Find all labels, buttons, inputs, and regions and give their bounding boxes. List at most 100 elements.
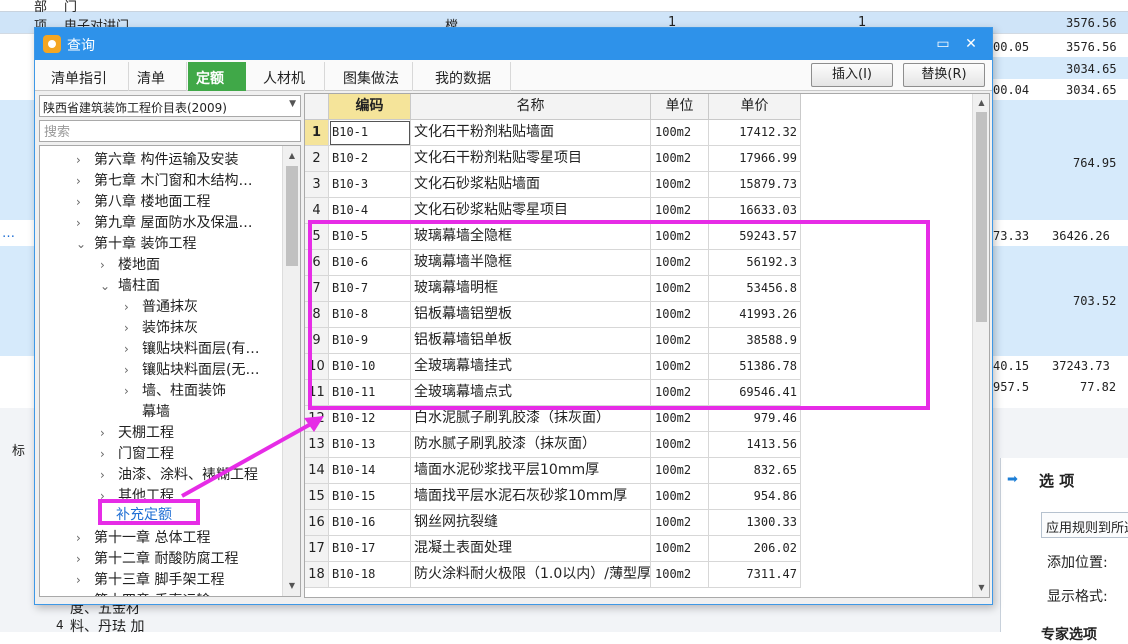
chevron-right-icon[interactable]: › bbox=[100, 447, 118, 461]
quota-name[interactable]: 墙面找平层水泥石灰砂浆10mm厚 bbox=[411, 484, 651, 510]
quota-code[interactable]: B10-2 bbox=[329, 146, 411, 172]
table-row[interactable]: 8 B10-8 铝板幕墙铝塑板 100m2 41993.26 bbox=[305, 302, 802, 328]
row-number[interactable]: 7 bbox=[305, 276, 329, 302]
supplement-quota-item[interactable]: 补充定额 bbox=[98, 499, 200, 525]
quota-code[interactable]: B10-14 bbox=[329, 458, 411, 484]
quota-code[interactable]: B10-6 bbox=[329, 250, 411, 276]
quota-unit[interactable]: 100m2 bbox=[651, 328, 709, 354]
quota-name[interactable]: 白水泥腻子刷乳胶漆（抹灰面） bbox=[411, 406, 651, 432]
table-row[interactable]: 9 B10-9 铝板幕墙铝单板 100m2 38588.9 bbox=[305, 328, 802, 354]
table-row[interactable]: 10 B10-10 全玻璃幕墙挂式 100m2 51386.78 bbox=[305, 354, 802, 380]
chevron-down-icon[interactable]: ⌄ bbox=[76, 237, 94, 251]
chevron-right-icon[interactable]: › bbox=[124, 321, 142, 335]
quota-unit[interactable]: 100m2 bbox=[651, 146, 709, 172]
tree-item[interactable]: › 油漆、涂料、裱糊工程 bbox=[100, 464, 258, 485]
table-row[interactable]: 2 B10-2 文化石干粉剂粘贴零星项目 100m2 17966.99 bbox=[305, 146, 802, 172]
table-row[interactable]: 13 B10-13 防水腻子刷乳胶漆（抹灰面） 100m2 1413.56 bbox=[305, 432, 802, 458]
tree-item[interactable]: › 普通抹灰 bbox=[124, 296, 198, 317]
table-row[interactable]: 15 B10-15 墙面找平层水泥石灰砂浆10mm厚 100m2 954.86 bbox=[305, 484, 802, 510]
table-row[interactable]: 1 B10-1 文化石干粉剂粘贴墙面 100m2 17412.32 bbox=[305, 120, 802, 146]
quota-unit[interactable]: 100m2 bbox=[651, 458, 709, 484]
tree-item[interactable]: › 门窗工程 bbox=[100, 443, 174, 464]
row-number[interactable]: 8 bbox=[305, 302, 329, 328]
chevron-right-icon[interactable]: › bbox=[76, 531, 94, 545]
header-unit[interactable]: 单位 bbox=[651, 94, 709, 120]
quota-price[interactable]: 832.65 bbox=[709, 458, 801, 484]
chevron-right-icon[interactable]: › bbox=[124, 363, 142, 377]
quota-price[interactable]: 954.86 bbox=[709, 484, 801, 510]
quota-code[interactable]: B10-4 bbox=[329, 198, 411, 224]
tree-item[interactable]: › 装饰抹灰 bbox=[124, 317, 198, 338]
quota-price[interactable]: 206.02 bbox=[709, 536, 801, 562]
quota-price[interactable]: 56192.3 bbox=[709, 250, 801, 276]
row-number[interactable]: 14 bbox=[305, 458, 329, 484]
tab-list-guide[interactable]: 清单指引 bbox=[43, 62, 129, 91]
row-number[interactable]: 1 bbox=[305, 120, 329, 146]
row-number[interactable]: 17 bbox=[305, 536, 329, 562]
quota-code[interactable]: B10-17 bbox=[329, 536, 411, 562]
quota-unit[interactable]: 100m2 bbox=[651, 432, 709, 458]
quota-code[interactable]: B10-5 bbox=[329, 224, 411, 250]
quota-name[interactable]: 玻璃幕墙半隐框 bbox=[411, 250, 651, 276]
quota-code[interactable]: B10-18 bbox=[329, 562, 411, 588]
chevron-down-icon[interactable]: ⌄ bbox=[100, 279, 118, 293]
tab-my-data[interactable]: 我的数据 bbox=[427, 62, 511, 91]
header-price[interactable]: 单价 bbox=[709, 94, 801, 120]
quota-name[interactable]: 防水腻子刷乳胶漆（抹灰面） bbox=[411, 432, 651, 458]
close-icon[interactable]: ✕ bbox=[960, 33, 982, 55]
quota-price[interactable]: 17966.99 bbox=[709, 146, 801, 172]
quota-price[interactable]: 53456.8 bbox=[709, 276, 801, 302]
tree-item[interactable]: ⌄ 墙柱面 bbox=[100, 275, 160, 296]
quota-unit[interactable]: 100m2 bbox=[651, 172, 709, 198]
tree-item[interactable]: › 第十一章 总体工程 bbox=[76, 527, 210, 548]
quota-unit[interactable]: 100m2 bbox=[651, 510, 709, 536]
row-number[interactable]: 18 bbox=[305, 562, 329, 588]
search-input[interactable] bbox=[39, 120, 301, 142]
quota-price[interactable]: 17412.32 bbox=[709, 120, 801, 146]
tree-scrollbar[interactable]: ▲ ▼ bbox=[282, 146, 300, 596]
quota-unit[interactable]: 100m2 bbox=[651, 484, 709, 510]
tree-item[interactable]: › 第九章 屋面防水及保温… bbox=[76, 212, 252, 233]
tree-item[interactable]: › 第六章 构件运输及安装 bbox=[76, 149, 238, 170]
quota-name[interactable]: 防火涂料耐火极限（1.0以内）/薄型厚度（1.8mm） bbox=[411, 562, 651, 588]
chevron-right-icon[interactable]: › bbox=[76, 216, 94, 230]
grid-scrollbar[interactable]: ▲ ▼ bbox=[972, 94, 989, 597]
quota-code[interactable]: B10-7 bbox=[329, 276, 411, 302]
quota-code[interactable]: B10-3 bbox=[329, 172, 411, 198]
dialog-titlebar[interactable]: 查询 ▭ ✕ bbox=[35, 28, 992, 60]
scroll-down-icon[interactable]: ▼ bbox=[284, 578, 300, 594]
table-row[interactable]: 11 B10-11 全玻璃幕墙点式 100m2 69546.41 bbox=[305, 380, 802, 406]
quota-code[interactable]: B10-11 bbox=[329, 380, 411, 406]
table-row[interactable]: 4 B10-4 文化石砂浆粘贴零星项目 100m2 16633.03 bbox=[305, 198, 802, 224]
quota-name[interactable]: 铝板幕墙铝单板 bbox=[411, 328, 651, 354]
tab-list[interactable]: 清单 bbox=[129, 62, 187, 91]
quota-name[interactable]: 全玻璃幕墙点式 bbox=[411, 380, 651, 406]
scroll-up-icon[interactable]: ▲ bbox=[974, 95, 989, 111]
scroll-up-icon[interactable]: ▲ bbox=[284, 148, 300, 164]
quota-price[interactable]: 41993.26 bbox=[709, 302, 801, 328]
quota-name[interactable]: 文化石干粉剂粘贴零星项目 bbox=[411, 146, 651, 172]
quota-name[interactable]: 文化石干粉剂粘贴墙面 bbox=[411, 120, 651, 146]
tree-item[interactable]: › 第十二章 耐酸防腐工程 bbox=[76, 548, 238, 569]
tab-quota[interactable]: 定额 bbox=[188, 62, 246, 91]
chevron-right-icon[interactable]: › bbox=[76, 153, 94, 167]
quota-code[interactable]: B10-10 bbox=[329, 354, 411, 380]
quota-name[interactable]: 铝板幕墙铝塑板 bbox=[411, 302, 651, 328]
quota-unit[interactable]: 100m2 bbox=[651, 250, 709, 276]
quota-unit[interactable]: 100m2 bbox=[651, 354, 709, 380]
quota-price[interactable]: 15879.73 bbox=[709, 172, 801, 198]
tree-item[interactable]: › 第七章 木门窗和木结构… bbox=[76, 170, 252, 191]
tree-item[interactable]: ⌄ 第十章 装饰工程 bbox=[76, 233, 196, 254]
quota-name[interactable]: 文化石砂浆粘贴墙面 bbox=[411, 172, 651, 198]
tab-atlas-method[interactable]: 图集做法 bbox=[335, 62, 413, 91]
insert-button[interactable]: 插入(I) bbox=[811, 63, 893, 87]
row-number[interactable]: 4 bbox=[305, 198, 329, 224]
quota-name[interactable]: 钢丝网抗裂缝 bbox=[411, 510, 651, 536]
row-number[interactable]: 10 bbox=[305, 354, 329, 380]
tree-item[interactable]: ›第十四章 垂直运输 bbox=[76, 590, 210, 596]
quota-name[interactable]: 全玻璃幕墙挂式 bbox=[411, 354, 651, 380]
bg-bottom-tab[interactable]: 标 bbox=[12, 440, 25, 459]
quota-name[interactable]: 玻璃幕墙全隐框 bbox=[411, 224, 651, 250]
chevron-right-icon[interactable]: › bbox=[124, 342, 142, 356]
chevron-right-icon[interactable]: › bbox=[76, 174, 94, 188]
